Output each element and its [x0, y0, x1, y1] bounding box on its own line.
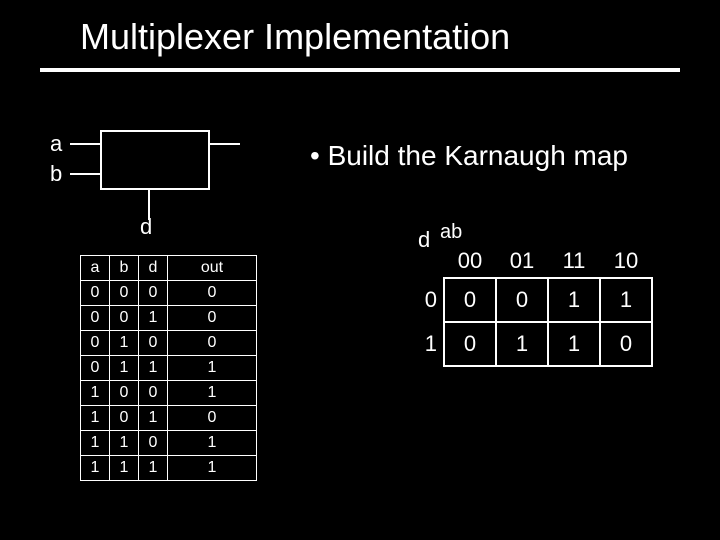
kmap-colh: 11: [548, 245, 600, 278]
truth-cell: 1: [110, 431, 139, 456]
truth-cell: 1: [168, 431, 257, 456]
truth-cell: 0: [110, 281, 139, 306]
label-b: b: [50, 161, 62, 187]
truth-table: a b d out 000000100100011110011010110111…: [80, 255, 257, 481]
truth-cell: 0: [139, 381, 168, 406]
truth-cell: 0: [168, 406, 257, 431]
wire-b: [70, 173, 100, 175]
truth-cell: 1: [81, 431, 110, 456]
truth-cell: 1: [139, 456, 168, 481]
table-row: a b d out: [81, 256, 257, 281]
title-divider: [40, 68, 680, 72]
kmap-cell: 1: [600, 278, 652, 322]
kmap-colh: 10: [600, 245, 652, 278]
th-out: out: [168, 256, 257, 281]
kmap-colh: 01: [496, 245, 548, 278]
truth-cell: 1: [139, 406, 168, 431]
kmap-colh: 00: [444, 245, 496, 278]
truth-cell: 0: [81, 331, 110, 356]
truth-cell: 0: [139, 431, 168, 456]
label-a: a: [50, 131, 62, 157]
kmap-cell: 0: [600, 322, 652, 366]
slide: Multiplexer Implementation a b d • Build…: [0, 0, 720, 540]
truth-cell: 1: [81, 406, 110, 431]
truth-cell: 0: [110, 306, 139, 331]
truth-cell: 1: [168, 456, 257, 481]
truth-cell: 0: [168, 281, 257, 306]
table-row: 1101: [81, 431, 257, 456]
kmap-cell: 0: [444, 322, 496, 366]
kmap-rowh: 0: [400, 278, 444, 322]
truth-cell: 1: [110, 331, 139, 356]
kmap-cell: 0: [496, 278, 548, 322]
kmap-cell: 1: [496, 322, 548, 366]
wire-a: [70, 143, 100, 145]
th-b: b: [110, 256, 139, 281]
truth-cell: 1: [139, 356, 168, 381]
truth-cell: 0: [168, 306, 257, 331]
truth-cell: 1: [168, 381, 257, 406]
wire-out: [210, 143, 240, 145]
truth-cell: 1: [110, 456, 139, 481]
truth-cell: 0: [139, 281, 168, 306]
kmap: d ab 00 01 11 10 0 0 0 1 1 1 0 1 1: [400, 225, 653, 367]
kmap-rowh: 1: [400, 322, 444, 366]
label-d: d: [140, 214, 152, 240]
truth-cell: 1: [139, 306, 168, 331]
truth-cell: 0: [110, 406, 139, 431]
mux-box: [100, 130, 210, 190]
table-row: 0100: [81, 331, 257, 356]
kmap-row-var: d: [418, 227, 430, 253]
th-a: a: [81, 256, 110, 281]
truth-cell: 1: [110, 356, 139, 381]
table-row: 1111: [81, 456, 257, 481]
truth-cell: 0: [81, 306, 110, 331]
truth-cell: 1: [81, 456, 110, 481]
kmap-col-var: ab: [440, 221, 462, 244]
truth-cell: 0: [81, 356, 110, 381]
table-row: 1010: [81, 406, 257, 431]
bullet-text: • Build the Karnaugh map: [310, 140, 628, 172]
table-row: 0000: [81, 281, 257, 306]
th-d: d: [139, 256, 168, 281]
kmap-cell: 1: [548, 278, 600, 322]
truth-cell: 1: [81, 381, 110, 406]
truth-cell: 1: [168, 356, 257, 381]
kmap-row: 1 0 1 1 0: [400, 322, 652, 366]
kmap-cell: 0: [444, 278, 496, 322]
truth-cell: 0: [110, 381, 139, 406]
table-row: 0010: [81, 306, 257, 331]
truth-cell: 0: [168, 331, 257, 356]
page-title: Multiplexer Implementation: [80, 16, 680, 58]
truth-cell: 0: [139, 331, 168, 356]
table-row: 0111: [81, 356, 257, 381]
kmap-cell: 1: [548, 322, 600, 366]
table-row: 1001: [81, 381, 257, 406]
kmap-row: 0 0 0 1 1: [400, 278, 652, 322]
truth-cell: 0: [81, 281, 110, 306]
